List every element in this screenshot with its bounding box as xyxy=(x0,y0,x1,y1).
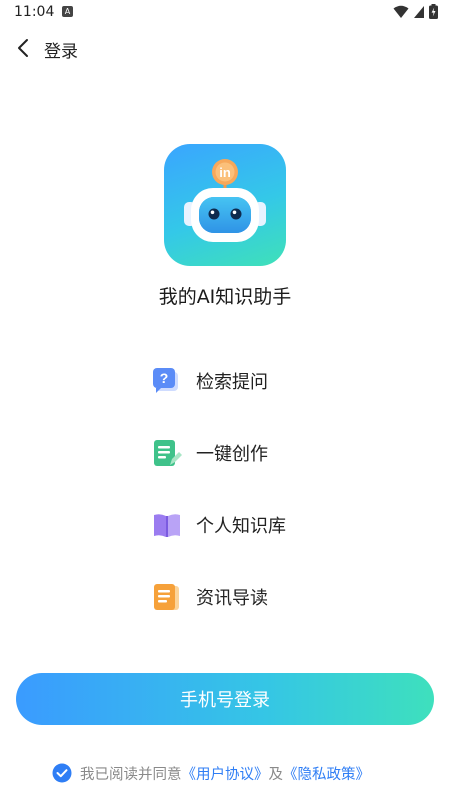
status-time: 11:04 xyxy=(14,4,55,20)
feature-label: 资讯导读 xyxy=(196,588,268,609)
privacy-policy-link[interactable]: 《隐私政策》 xyxy=(283,763,370,784)
feature-label: 个人知识库 xyxy=(196,516,286,537)
page-title: 登录 xyxy=(44,42,78,62)
robot-icon: in xyxy=(184,159,266,242)
feature-personal-knowledge-base: 个人知识库 xyxy=(152,508,286,542)
edit-document-icon xyxy=(154,440,182,466)
back-arrow-icon[interactable] xyxy=(12,36,36,60)
signal-icon xyxy=(414,5,424,18)
feature-one-click-create: 一键创作 xyxy=(152,436,268,470)
phone-login-button[interactable]: 手机号登录 xyxy=(16,673,434,725)
robot-badge-text: in xyxy=(219,165,231,180)
wifi-icon xyxy=(393,5,409,18)
battery-icon xyxy=(429,4,438,19)
news-document-icon xyxy=(154,584,179,610)
notification-icon: A xyxy=(62,6,73,17)
status-bar: 11:04 A xyxy=(0,0,450,26)
nav-bar: 登录 xyxy=(0,30,450,66)
agreement-conjunction: 及 xyxy=(268,766,284,783)
agreement-checkbox[interactable] xyxy=(52,763,72,783)
svg-text:?: ? xyxy=(160,370,169,386)
feature-label: 检索提问 xyxy=(196,372,268,393)
status-indicators xyxy=(393,4,438,19)
app-name: 我的AI知识助手 xyxy=(158,286,292,308)
agreement-text: 我已阅读并同意 xyxy=(80,766,182,783)
question-bubble-icon: ? xyxy=(153,368,178,393)
app-logo: in xyxy=(164,144,286,266)
feature-search-question: ? 检索提问 xyxy=(152,364,268,398)
feature-news-guide: 资讯导读 xyxy=(152,580,268,614)
agreement-row: 我已阅读并同意 《用户协议》 及 《隐私政策》 xyxy=(52,762,370,784)
open-book-icon xyxy=(154,514,180,537)
user-agreement-link[interactable]: 《用户协议》 xyxy=(182,763,269,784)
feature-label: 一键创作 xyxy=(196,444,268,465)
